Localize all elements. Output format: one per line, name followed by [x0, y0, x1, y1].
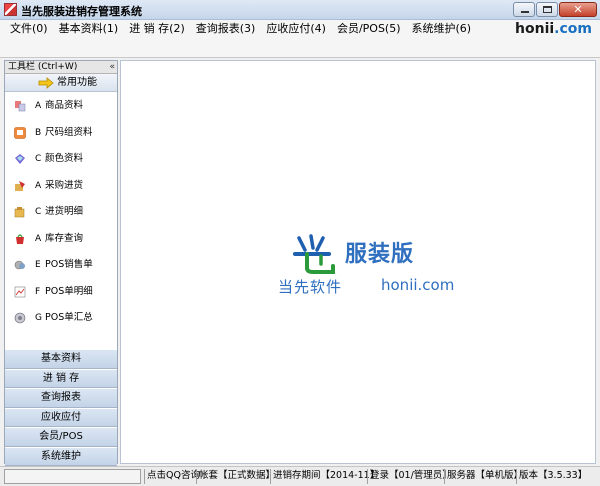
main-workspace: 服装版 当先软件 honii.com	[120, 60, 596, 464]
function-key: A	[35, 180, 42, 191]
status-period: 进销存期间【2014-11】	[270, 469, 379, 484]
menu-member-pos[interactable]: 会员/POS(5)	[337, 22, 401, 36]
function-label: 尺码组资料	[45, 126, 93, 138]
status-bar: 点击QQ咨询 帐套【正式数据】 进销存期间【2014-11】 登录【01/管理员…	[0, 466, 600, 486]
toolbar-title: 工具栏 (Ctrl+W)	[8, 62, 78, 72]
function-item-size-group[interactable]: B 尺码组资料	[5, 120, 117, 147]
arrow-right-icon	[38, 77, 54, 89]
nav-purchase-sales-stock[interactable]: 进 销 存	[5, 368, 117, 388]
menu-reports[interactable]: 查询报表(3)	[196, 22, 256, 36]
pos-summary-icon	[14, 312, 26, 324]
function-label: 采购进货	[45, 179, 84, 191]
app-logo-icon	[4, 3, 17, 16]
function-key: G	[35, 313, 42, 323]
size-group-icon	[14, 126, 26, 139]
function-key: F	[35, 286, 41, 297]
maximize-button[interactable]	[536, 2, 558, 17]
toolbar-header: 工具栏 (Ctrl+W) «	[5, 61, 117, 74]
function-key: A	[35, 233, 42, 244]
close-icon: ✕	[573, 3, 583, 16]
color-icon	[15, 154, 25, 164]
brand-main: honii	[515, 21, 555, 37]
function-item-pos-detail[interactable]: F POS单明细	[5, 279, 117, 306]
minimize-icon	[521, 11, 529, 13]
function-label: 颜色资料	[45, 153, 84, 164]
nav-basic-data[interactable]: 基本资料	[5, 349, 117, 369]
function-list: A 商品资料 B 尺码组资料 C 颜色资料 A 采购进货 C 进货明细 A 库存…	[5, 93, 117, 332]
toolbar-panel: 工具栏 (Ctrl+W) « 常用功能 A 商品资料 B 尺码组资料 C 颜色资…	[4, 60, 118, 466]
menu-receivables-payables[interactable]: 应收应付(4)	[266, 22, 326, 36]
common-functions-label: 常用功能	[57, 77, 97, 88]
function-item-color[interactable]: C 颜色资料	[5, 146, 117, 173]
collapse-toolbar-button[interactable]: «	[109, 61, 115, 74]
function-key: B	[35, 127, 42, 138]
menu-items: 文件(0) 基本资料(1) 进 销 存(2) 查询报表(3) 应收应付(4) 会…	[10, 22, 471, 36]
function-item-product[interactable]: A 商品资料	[5, 93, 117, 120]
product-icon	[15, 101, 26, 112]
status-login: 登录【01/管理员】	[367, 469, 452, 484]
product-logo: 服装版 当先软件 honii.com	[278, 234, 454, 296]
logo-company-name: 当先软件	[278, 278, 343, 296]
logo-mark-icon	[293, 234, 335, 274]
function-key: A	[35, 101, 42, 111]
window-controls: ✕	[513, 2, 597, 17]
menu-file[interactable]: 文件(0)	[10, 22, 48, 36]
nav-receivables-payables[interactable]: 应收应付	[5, 407, 117, 427]
minimize-button[interactable]	[513, 2, 535, 17]
function-item-purchase[interactable]: A 采购进货	[5, 173, 117, 200]
status-version: 版本【3.5.33】	[516, 469, 587, 484]
nav-system-maintenance[interactable]: 系统维护	[5, 446, 117, 466]
common-functions-header[interactable]: 常用功能	[5, 74, 117, 92]
maximize-icon	[543, 6, 552, 13]
nav-member-pos[interactable]: 会员/POS	[5, 427, 117, 447]
status-server: 服务器【单机版】	[444, 469, 523, 484]
menu-bar: 文件(0) 基本资料(1) 进 销 存(2) 查询报表(3) 应收应付(4) 会…	[0, 20, 600, 58]
function-key: C	[35, 207, 42, 217]
function-label: 进货明细	[45, 206, 84, 217]
brand-suffix: .com	[554, 21, 592, 37]
brand-logo: honii.com	[515, 21, 592, 37]
menu-purchase-sales-stock[interactable]: 进 销 存(2)	[129, 22, 185, 36]
nav-reports[interactable]: 查询报表	[5, 388, 117, 408]
window-title: 当先服装进销存管理系统	[21, 5, 142, 18]
function-item-pos-summary[interactable]: G POS单汇总	[5, 305, 117, 332]
pos-detail-icon	[14, 286, 26, 297]
status-qq-consult[interactable]: 点击QQ咨询	[144, 469, 200, 484]
function-label: POS单明细	[45, 285, 93, 297]
logo-domain: honii.com	[381, 276, 455, 294]
close-button[interactable]: ✕	[559, 2, 597, 17]
function-label: POS单汇总	[45, 312, 93, 323]
menu-basic-data[interactable]: 基本资料(1)	[59, 22, 119, 36]
pos-sales-icon	[14, 260, 25, 270]
function-item-purchase-detail[interactable]: C 进货明细	[5, 199, 117, 226]
purchase-detail-icon	[14, 207, 25, 218]
function-label: 商品资料	[45, 100, 84, 111]
inventory-icon	[16, 233, 24, 244]
status-account-set: 帐套【正式数据】	[196, 469, 275, 484]
function-item-pos-sales[interactable]: E POS销售单	[5, 252, 117, 279]
function-item-inventory[interactable]: A 库存查询	[5, 226, 117, 253]
module-nav: 基本资料 进 销 存 查询报表 应收应付 会员/POS 系统维护	[5, 349, 117, 466]
purchase-icon	[15, 180, 25, 191]
logo-product-name: 服装版	[345, 242, 415, 267]
function-label: POS销售单	[45, 259, 93, 270]
function-key: C	[35, 154, 42, 164]
function-key: E	[35, 260, 41, 270]
menu-system-maintenance[interactable]: 系统维护(6)	[412, 22, 472, 36]
title-bar: 当先服装进销存管理系统 ✕	[0, 0, 600, 20]
status-blank-panel	[4, 469, 141, 484]
function-label: 库存查询	[45, 232, 84, 244]
